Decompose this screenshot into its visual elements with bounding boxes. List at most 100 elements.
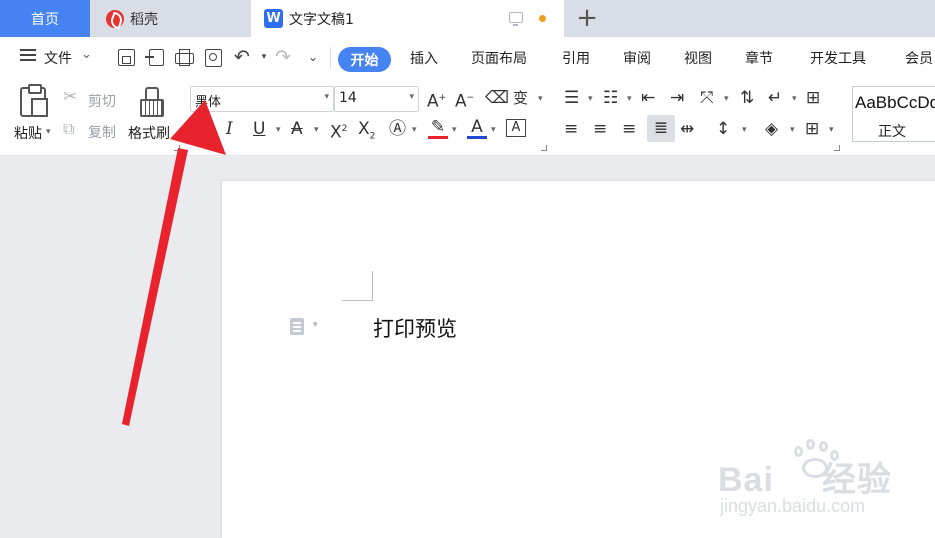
export-icon[interactable]	[145, 47, 165, 67]
scissors-icon: ✂	[63, 87, 78, 107]
tab-daoke[interactable]: 稻壳	[92, 0, 249, 37]
borders-dropdown-icon[interactable]: ▾	[829, 125, 834, 135]
new-tab-button[interactable]: +	[576, 4, 598, 32]
underline-dropdown-icon[interactable]: ▾	[276, 125, 281, 135]
tab-references[interactable]: 引用	[562, 48, 590, 68]
style-normal[interactable]: AaBbCcDd 正文	[852, 86, 935, 142]
tab-developer[interactable]: 开发工具	[810, 48, 866, 68]
shading-icon[interactable]: ◈	[765, 119, 778, 139]
superscript-icon[interactable]: X2	[330, 119, 347, 143]
distributed-align-icon[interactable]: ⇹	[680, 119, 694, 139]
shrink-font-icon[interactable]: A−	[455, 88, 474, 112]
paragraph-launcher-icon[interactable]	[834, 145, 840, 151]
format-painter-icon[interactable]	[138, 87, 164, 117]
format-painter-button[interactable]: 格式刷	[128, 123, 170, 143]
paragraph-handle-icon[interactable]	[290, 318, 304, 335]
show-marks-dropdown-icon[interactable]: ▾	[792, 94, 797, 104]
chinese-layout-dropdown-icon[interactable]: ▾	[724, 94, 729, 104]
daoke-logo-icon	[106, 9, 124, 28]
align-center-icon[interactable]: ≡	[593, 119, 607, 139]
tab-start[interactable]: 开始	[338, 47, 391, 72]
tab-insert[interactable]: 插入	[410, 48, 438, 68]
highlight-dropdown-icon[interactable]: ▾	[452, 125, 457, 135]
tab-home-label: 首页	[31, 11, 59, 28]
line-spacing-dropdown-icon[interactable]: ▾	[742, 125, 747, 135]
tab-chapter[interactable]: 章节	[745, 48, 773, 68]
chevron-down-icon[interactable]: ⌄	[81, 47, 92, 62]
bullet-list-icon[interactable]: ☰	[564, 88, 579, 108]
tab-page-layout[interactable]: 页面布局	[471, 48, 527, 68]
style-name-label: 正文	[878, 124, 906, 140]
watermark-url: jingyan.baidu.com	[720, 496, 866, 516]
strikethrough-dropdown-icon[interactable]: ▾	[314, 125, 319, 135]
decrease-indent-icon[interactable]: ⇤	[641, 88, 655, 108]
tab-stops-icon[interactable]: ⊞	[806, 88, 820, 108]
baidu-watermark: Bai 经验 jingyan.baidu.com	[718, 438, 918, 523]
tab-bar: 首页 稻壳 W 文字文稿1 +	[0, 0, 935, 37]
paste-icon[interactable]	[20, 84, 48, 117]
justify-icon[interactable]: ≣	[647, 115, 675, 142]
tab-review[interactable]: 审阅	[623, 48, 651, 68]
monitor-icon[interactable]	[509, 12, 523, 26]
numbered-dropdown-icon[interactable]: ▾	[627, 94, 632, 104]
borders-icon[interactable]: ⊞	[805, 119, 819, 139]
chevron-down-icon: ▾	[324, 92, 329, 102]
clear-format-icon[interactable]: ⌫	[485, 88, 509, 108]
bullet-dropdown-icon[interactable]: ▾	[588, 94, 593, 104]
copy-button[interactable]: 复制	[88, 122, 116, 142]
undo-dropdown-icon[interactable]: ▾	[254, 47, 274, 67]
cut-button[interactable]: 剪切	[88, 91, 116, 111]
font-launcher-icon[interactable]	[541, 145, 547, 151]
char-border-icon[interactable]: A	[506, 119, 526, 137]
font-size-select[interactable]: 14 ▾	[334, 86, 419, 112]
sort-icon[interactable]: ⇅	[740, 88, 754, 108]
paragraph-handle-dropdown-icon[interactable]: ▾	[313, 320, 318, 330]
subscript-icon[interactable]: X2	[358, 119, 375, 146]
grow-font-icon[interactable]: A+	[427, 88, 446, 112]
align-left-icon[interactable]: ≡	[564, 119, 578, 139]
font-name-select[interactable]: 黑体 ▾	[190, 86, 334, 112]
style-preview-text: AaBbCcDd	[855, 93, 935, 112]
tab-view[interactable]: 视图	[684, 48, 712, 68]
underline-icon[interactable]: U	[253, 119, 265, 139]
show-marks-icon[interactable]: ↵	[768, 88, 782, 108]
text-effect-dropdown-icon[interactable]: ▾	[412, 125, 417, 135]
redo-icon[interactable]: ↷	[273, 47, 293, 67]
menu-bar: 文件 ⌄ ↶ ▾ ↷ ⌄ 开始 插入 页面布局 引用 审阅 视图 章节 开发工具…	[0, 37, 935, 77]
pinyin-guide-icon[interactable]: 变	[513, 88, 528, 108]
font-color-dropdown-icon[interactable]: ▾	[491, 125, 496, 135]
text-effect-icon[interactable]: Ⓐ	[389, 119, 406, 139]
print-preview-icon[interactable]	[203, 47, 223, 67]
undo-icon[interactable]: ↶	[232, 47, 252, 67]
tab-document[interactable]: W 文字文稿1	[251, 0, 564, 37]
chinese-layout-icon[interactable]: ⤧	[700, 88, 714, 108]
font-color-icon[interactable]: A	[467, 117, 487, 139]
shading-dropdown-icon[interactable]: ▾	[790, 125, 795, 135]
paste-dropdown-icon[interactable]: ▾	[46, 127, 51, 137]
align-right-icon[interactable]: ≡	[622, 119, 636, 139]
copy-icon: ⧉	[63, 119, 75, 138]
line-spacing-icon[interactable]: ↕	[716, 119, 730, 139]
save-icon[interactable]	[116, 47, 136, 67]
hamburger-icon[interactable]	[20, 54, 36, 56]
paw-icon	[788, 438, 842, 480]
strikethrough-icon[interactable]: A	[291, 119, 303, 139]
pinyin-dropdown-icon[interactable]: ▾	[538, 94, 543, 104]
more-icon[interactable]: ⌄	[303, 47, 323, 67]
tab-home[interactable]: 首页	[0, 0, 90, 37]
increase-indent-icon[interactable]: ⇥	[670, 88, 684, 108]
tab-member[interactable]: 会员	[905, 48, 933, 68]
print-icon[interactable]	[174, 47, 194, 67]
highlight-icon[interactable]: ✎	[428, 117, 448, 139]
writer-doc-icon: W	[264, 9, 283, 28]
italic-icon[interactable]: I	[226, 119, 233, 139]
file-menu[interactable]: 文件	[44, 48, 72, 68]
numbered-list-icon[interactable]: ☷	[603, 88, 618, 108]
font-name-value: 黑体	[195, 95, 222, 110]
margin-corner-mark	[342, 271, 373, 301]
paste-button[interactable]: 粘贴	[14, 123, 42, 143]
menu-separator	[330, 47, 331, 69]
document-body-text[interactable]: 打印预览	[373, 313, 457, 343]
font-size-value: 14	[339, 90, 357, 106]
clipboard-launcher-icon[interactable]	[174, 145, 180, 151]
